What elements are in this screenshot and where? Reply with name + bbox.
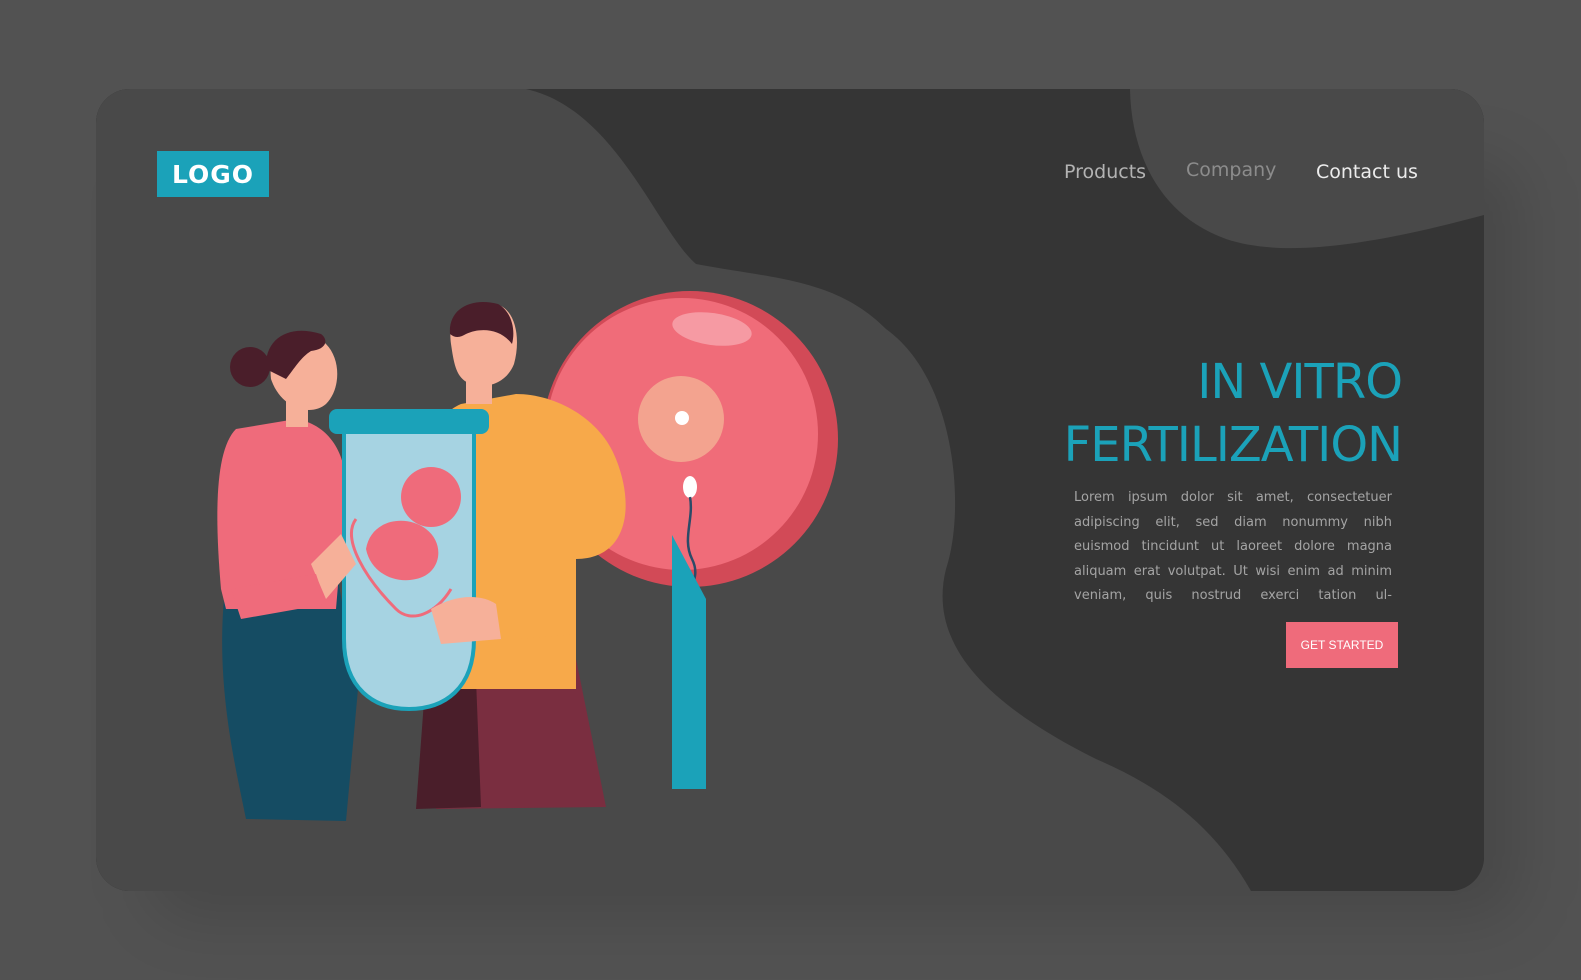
hero-description: Lorem ipsum dolor sit amet, consectetuer…: [1074, 490, 1392, 603]
page: LOGO Products Company Contact us IN VITR…: [0, 0, 1581, 980]
nav-products-link[interactable]: Products: [1064, 161, 1146, 183]
hero-title-line1: IN VITRO: [1197, 354, 1403, 410]
hero-title: IN VITRO FERTILIZATION: [882, 351, 1403, 477]
nav-company-link[interactable]: Company: [1186, 159, 1276, 181]
hero-title-line2: FERTILIZATION: [1063, 417, 1403, 473]
landing-card: LOGO Products Company Contact us IN VITR…: [96, 89, 1484, 891]
logo[interactable]: LOGO: [157, 151, 269, 197]
get-started-button[interactable]: GET STARTED: [1286, 622, 1398, 668]
nav-contact-link[interactable]: Contact us: [1316, 161, 1418, 183]
